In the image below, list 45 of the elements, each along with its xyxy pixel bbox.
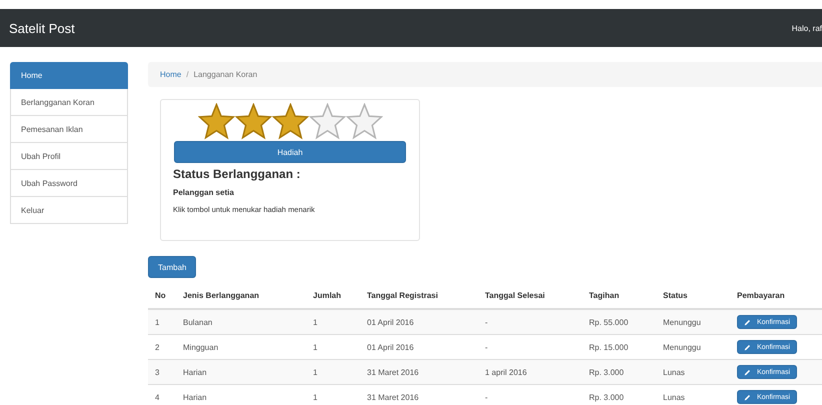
- star-icon: [308, 103, 346, 140]
- table-cell: Lunas: [656, 384, 730, 405]
- table-cell: Lunas: [656, 360, 730, 384]
- brand-title[interactable]: Satelit Post: [9, 20, 75, 36]
- star-icon: [234, 103, 272, 140]
- pencil-icon: [744, 368, 751, 376]
- table-cell: Harian: [176, 360, 306, 384]
- pencil-icon: [744, 394, 751, 400]
- sidebar-item[interactable]: Keluar: [10, 197, 128, 224]
- pencil-icon: [744, 344, 751, 350]
- table-cell: Menunggu: [656, 309, 730, 334]
- table-cell: 31 Maret 2016: [360, 384, 478, 405]
- sidebar-item[interactable]: Ubah Profil: [10, 143, 128, 170]
- star-icon: [346, 103, 382, 140]
- table-cell: Rp. 3.000: [582, 360, 656, 384]
- table-cell: 1 april 2016: [478, 360, 582, 384]
- star-icon: [272, 103, 308, 140]
- breadcrumb-link[interactable]: Home: [160, 70, 182, 79]
- table-cell: 1: [306, 360, 360, 384]
- table-cell: Rp. 3.000: [582, 384, 656, 405]
- sidebar-item[interactable]: Berlangganan Koran: [10, 89, 128, 116]
- gift-button[interactable]: Hadiah: [174, 141, 406, 163]
- breadcrumb-separator: /: [186, 70, 189, 79]
- table-cell: -: [478, 309, 582, 334]
- table-cell: 1: [148, 309, 176, 334]
- greeting-text: Halo, raf: [792, 24, 822, 32]
- add-button[interactable]: Tambah: [148, 256, 196, 278]
- table-cell: Bulanan: [176, 309, 306, 334]
- star-icon: [198, 103, 234, 140]
- table-cell: Harian: [176, 384, 306, 405]
- table-cell: 1: [306, 384, 360, 405]
- table-cell: 1: [306, 309, 360, 334]
- table-cell: 3: [148, 360, 176, 384]
- breadcrumb-current: Langganan Koran: [194, 70, 258, 79]
- status-text: Pelanggan setia: [173, 188, 235, 197]
- table-cell: 01 April 2016: [360, 309, 478, 334]
- sidebar-item[interactable]: Pemesanan Iklan: [10, 116, 128, 143]
- table-cell: Rp. 55.000: [582, 309, 656, 334]
- status-title: Status Berlangganan :: [173, 167, 302, 181]
- table-cell: 31 Maret 2016: [360, 360, 478, 384]
- table-cell: -: [478, 384, 582, 405]
- table-cell: 4: [148, 384, 176, 405]
- sidebar-item[interactable]: Home: [10, 62, 128, 89]
- sidebar-item[interactable]: Ubah Password: [10, 170, 128, 197]
- pencil-icon: [744, 318, 751, 326]
